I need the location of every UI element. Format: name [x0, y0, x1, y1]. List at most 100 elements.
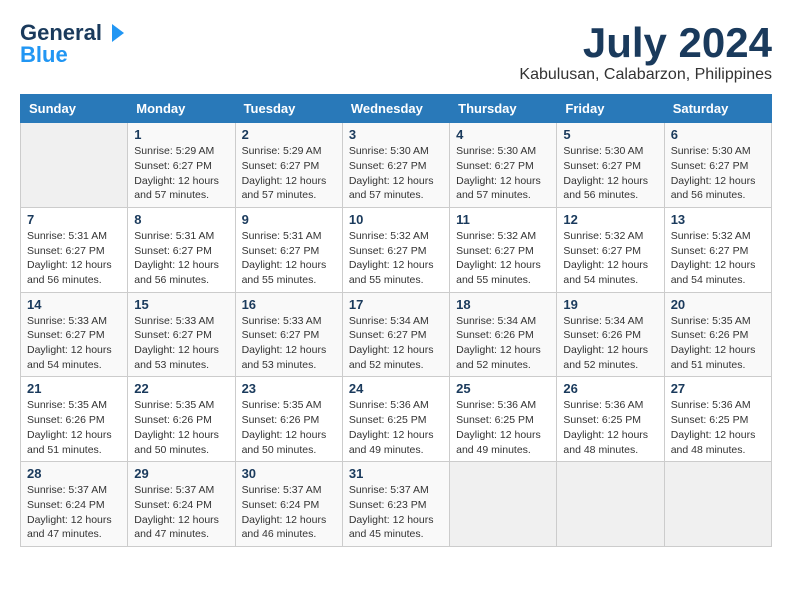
day-number: 20 [671, 297, 765, 312]
main-title: July 2024 [519, 20, 772, 66]
week-row-1: 1 Sunrise: 5:29 AM Sunset: 6:27 PM Daylig… [21, 123, 772, 208]
day-info: Sunrise: 5:37 AM Sunset: 6:24 PM Dayligh… [27, 483, 121, 542]
calendar-cell: 15Sunrise: 5:33 AM Sunset: 6:27 PM Dayli… [128, 292, 235, 377]
title-section: July 2024 Kabulusan, Calabarzon, Philipp… [519, 20, 772, 84]
day-info: Sunrise: 5:36 AM Sunset: 6:25 PM Dayligh… [671, 398, 765, 457]
day-info: Sunrise: 5:32 AM Sunset: 6:27 PM Dayligh… [456, 229, 550, 288]
header-cell-wednesday: Wednesday [342, 95, 449, 123]
calendar-cell: 20 Sunrise: 5:35 AM Sunset: 6:26 PM Dayli… [664, 292, 771, 377]
day-number: 30 [242, 466, 336, 481]
day-info: Sunrise: 5:36 AM Sunset: 6:25 PM Dayligh… [349, 398, 443, 457]
calendar-cell: 2Sunrise: 5:29 AM Sunset: 6:27 PM Daylig… [235, 123, 342, 208]
day-number: 31 [349, 466, 443, 481]
day-number: 9 [242, 212, 336, 227]
calendar-cell: 12 Sunrise: 5:32 AM Sunset: 6:27 PM Dayli… [557, 207, 664, 292]
calendar-cell [664, 462, 771, 547]
day-info: Sunrise: 5:31 AM Sunset: 6:27 PM Dayligh… [134, 229, 228, 288]
day-number: 17 [349, 297, 443, 312]
day-info: Sunrise: 5:31 AM Sunset: 6:27 PM Dayligh… [242, 229, 336, 288]
day-number: 27 [671, 381, 765, 396]
week-row-5: 28Sunrise: 5:37 AM Sunset: 6:24 PM Dayli… [21, 462, 772, 547]
calendar-cell: 31 Sunrise: 5:37 AM Sunset: 6:23 PM Dayli… [342, 462, 449, 547]
day-info: Sunrise: 5:31 AM Sunset: 6:27 PM Dayligh… [27, 229, 121, 288]
day-info: Sunrise: 5:37 AM Sunset: 6:24 PM Dayligh… [134, 483, 228, 542]
calendar-header: SundayMondayTuesdayWednesdayThursdayFrid… [21, 95, 772, 123]
calendar-cell: 5 Sunrise: 5:30 AM Sunset: 6:27 PM Daylig… [557, 123, 664, 208]
day-info: Sunrise: 5:29 AM Sunset: 6:27 PM Dayligh… [134, 144, 228, 203]
week-row-3: 14 Sunrise: 5:33 AM Sunset: 6:27 PM Dayli… [21, 292, 772, 377]
day-number: 29 [134, 466, 228, 481]
day-number: 5 [563, 127, 657, 142]
day-info: Sunrise: 5:37 AM Sunset: 6:23 PM Dayligh… [349, 483, 443, 542]
day-number: 10 [349, 212, 443, 227]
day-number: 14 [27, 297, 121, 312]
calendar-cell: 23 Sunrise: 5:35 AM Sunset: 6:26 PM Dayli… [235, 377, 342, 462]
day-number: 11 [456, 212, 550, 227]
day-info: Sunrise: 5:30 AM Sunset: 6:27 PM Dayligh… [671, 144, 765, 203]
day-number: 24 [349, 381, 443, 396]
day-info: Sunrise: 5:30 AM Sunset: 6:27 PM Dayligh… [349, 144, 443, 203]
day-info: Sunrise: 5:35 AM Sunset: 6:26 PM Dayligh… [671, 314, 765, 373]
header-cell-thursday: Thursday [450, 95, 557, 123]
calendar-table: SundayMondayTuesdayWednesdayThursdayFrid… [20, 94, 772, 547]
day-number: 7 [27, 212, 121, 227]
calendar-cell: 9 Sunrise: 5:31 AM Sunset: 6:27 PM Daylig… [235, 207, 342, 292]
calendar-cell: 17Sunrise: 5:34 AM Sunset: 6:27 PM Dayli… [342, 292, 449, 377]
day-info: Sunrise: 5:34 AM Sunset: 6:26 PM Dayligh… [563, 314, 657, 373]
calendar-cell: 4 Sunrise: 5:30 AM Sunset: 6:27 PM Daylig… [450, 123, 557, 208]
calendar-cell: 11 Sunrise: 5:32 AM Sunset: 6:27 PM Dayli… [450, 207, 557, 292]
day-info: Sunrise: 5:32 AM Sunset: 6:27 PM Dayligh… [563, 229, 657, 288]
day-info: Sunrise: 5:32 AM Sunset: 6:27 PM Dayligh… [349, 229, 443, 288]
calendar-cell: 10 Sunrise: 5:32 AM Sunset: 6:27 PM Dayli… [342, 207, 449, 292]
header-cell-sunday: Sunday [21, 95, 128, 123]
calendar-cell: 3 Sunrise: 5:30 AM Sunset: 6:27 PM Daylig… [342, 123, 449, 208]
day-number: 13 [671, 212, 765, 227]
day-info: Sunrise: 5:33 AM Sunset: 6:27 PM Dayligh… [27, 314, 121, 373]
calendar-cell: 19Sunrise: 5:34 AM Sunset: 6:26 PM Dayli… [557, 292, 664, 377]
day-number: 25 [456, 381, 550, 396]
header-cell-monday: Monday [128, 95, 235, 123]
calendar-cell: 25 Sunrise: 5:36 AM Sunset: 6:25 PM Dayli… [450, 377, 557, 462]
day-number: 23 [242, 381, 336, 396]
calendar-cell [21, 123, 128, 208]
logo: General Blue [20, 20, 126, 68]
header-cell-friday: Friday [557, 95, 664, 123]
header-cell-saturday: Saturday [664, 95, 771, 123]
calendar-cell: 27 Sunrise: 5:36 AM Sunset: 6:25 PM Dayli… [664, 377, 771, 462]
day-info: Sunrise: 5:33 AM Sunset: 6:27 PM Dayligh… [134, 314, 228, 373]
day-info: Sunrise: 5:30 AM Sunset: 6:27 PM Dayligh… [563, 144, 657, 203]
day-number: 4 [456, 127, 550, 142]
calendar-cell: 8 Sunrise: 5:31 AM Sunset: 6:27 PM Daylig… [128, 207, 235, 292]
day-info: Sunrise: 5:35 AM Sunset: 6:26 PM Dayligh… [134, 398, 228, 457]
calendar-cell [450, 462, 557, 547]
day-info: Sunrise: 5:37 AM Sunset: 6:24 PM Dayligh… [242, 483, 336, 542]
day-info: Sunrise: 5:36 AM Sunset: 6:25 PM Dayligh… [456, 398, 550, 457]
week-row-4: 21 Sunrise: 5:35 AM Sunset: 6:26 PM Dayli… [21, 377, 772, 462]
day-number: 21 [27, 381, 121, 396]
calendar-cell: 13 Sunrise: 5:32 AM Sunset: 6:27 PM Dayli… [664, 207, 771, 292]
subtitle: Kabulusan, Calabarzon, Philippines [519, 66, 772, 84]
day-info: Sunrise: 5:34 AM Sunset: 6:26 PM Dayligh… [456, 314, 550, 373]
day-number: 3 [349, 127, 443, 142]
day-info: Sunrise: 5:35 AM Sunset: 6:26 PM Dayligh… [242, 398, 336, 457]
day-number: 1 [134, 127, 228, 142]
day-number: 16 [242, 297, 336, 312]
page-header: General Blue July 2024 Kabulusan, Calaba… [20, 20, 772, 84]
day-info: Sunrise: 5:30 AM Sunset: 6:27 PM Dayligh… [456, 144, 550, 203]
calendar-cell: 7 Sunrise: 5:31 AM Sunset: 6:27 PM Daylig… [21, 207, 128, 292]
week-row-2: 7 Sunrise: 5:31 AM Sunset: 6:27 PM Daylig… [21, 207, 772, 292]
day-number: 26 [563, 381, 657, 396]
day-info: Sunrise: 5:35 AM Sunset: 6:26 PM Dayligh… [27, 398, 121, 457]
day-info: Sunrise: 5:33 AM Sunset: 6:27 PM Dayligh… [242, 314, 336, 373]
calendar-cell: 14 Sunrise: 5:33 AM Sunset: 6:27 PM Dayli… [21, 292, 128, 377]
calendar-cell: 16 Sunrise: 5:33 AM Sunset: 6:27 PM Dayli… [235, 292, 342, 377]
day-info: Sunrise: 5:32 AM Sunset: 6:27 PM Dayligh… [671, 229, 765, 288]
calendar-cell: 21 Sunrise: 5:35 AM Sunset: 6:26 PM Dayli… [21, 377, 128, 462]
day-number: 12 [563, 212, 657, 227]
day-info: Sunrise: 5:29 AM Sunset: 6:27 PM Dayligh… [242, 144, 336, 203]
calendar-cell [557, 462, 664, 547]
calendar-cell: 26Sunrise: 5:36 AM Sunset: 6:25 PM Dayli… [557, 377, 664, 462]
day-number: 18 [456, 297, 550, 312]
day-number: 6 [671, 127, 765, 142]
day-number: 8 [134, 212, 228, 227]
